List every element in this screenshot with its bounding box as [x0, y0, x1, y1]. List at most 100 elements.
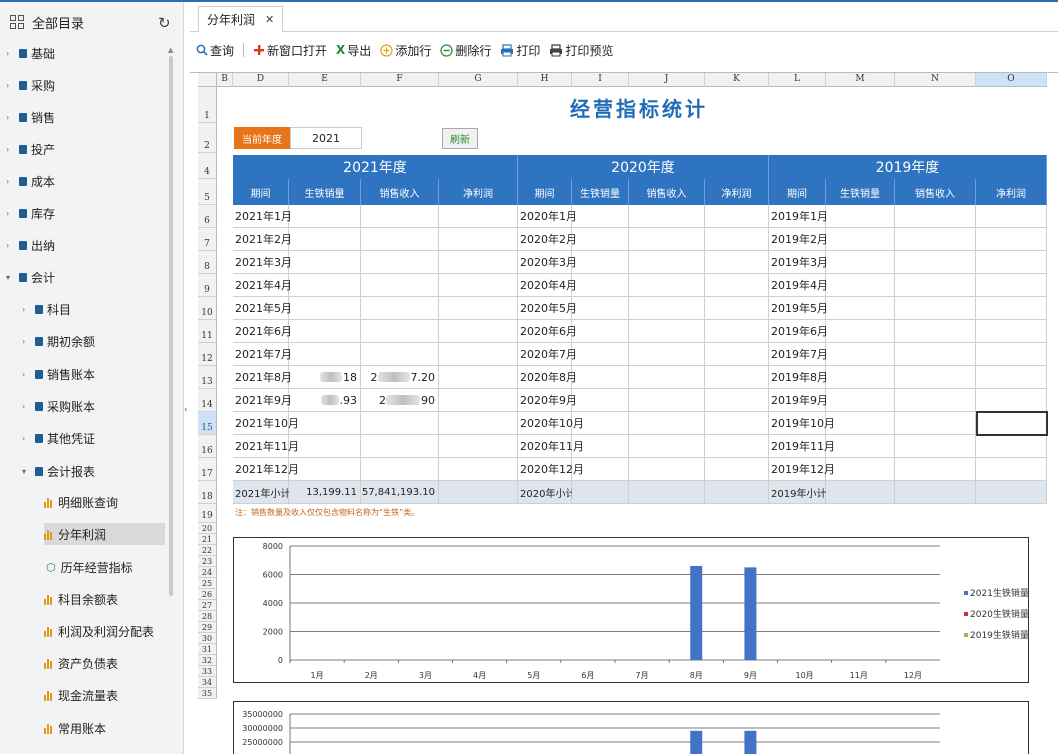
row-header-15[interactable]: 15	[198, 412, 217, 435]
value-cell[interactable]	[361, 205, 439, 228]
chevron-right-icon[interactable]: ›	[22, 402, 32, 411]
sidebar-scrollbar[interactable]: ▲	[168, 46, 174, 746]
value-cell[interactable]	[629, 251, 705, 274]
value-cell[interactable]	[629, 343, 705, 366]
row-header-16[interactable]: 16	[198, 435, 217, 458]
value-cell[interactable]	[895, 228, 976, 251]
value-cell[interactable]	[439, 251, 518, 274]
value-cell[interactable]	[572, 228, 629, 251]
value-cell[interactable]	[976, 274, 1047, 297]
value-cell[interactable]: .93	[289, 389, 361, 412]
period-cell[interactable]: 2020年4月	[518, 274, 577, 297]
row-header-35[interactable]: 35	[198, 688, 217, 699]
period-cell[interactable]: 2019年11月	[769, 435, 835, 458]
period-cell[interactable]: 2020年7月	[518, 343, 577, 366]
period-cell[interactable]: 2021年11月	[233, 435, 299, 458]
value-cell[interactable]	[629, 412, 705, 435]
value-cell[interactable]	[361, 297, 439, 320]
value-cell[interactable]	[439, 343, 518, 366]
column-header-e[interactable]: E	[289, 73, 361, 87]
value-cell[interactable]	[976, 435, 1047, 458]
value-cell[interactable]	[826, 343, 895, 366]
period-cell[interactable]: 2021年9月	[233, 389, 292, 412]
sidebar-item-2[interactable]: › 销售	[6, 106, 55, 128]
value-cell[interactable]	[976, 251, 1047, 274]
value-cell[interactable]	[895, 320, 976, 343]
value-cell[interactable]	[439, 320, 518, 343]
subtotal-value-cell[interactable]	[705, 481, 769, 504]
value-cell[interactable]	[826, 251, 895, 274]
value-cell[interactable]	[572, 389, 629, 412]
value-cell[interactable]	[629, 274, 705, 297]
period-cell[interactable]: 2021年2月	[233, 228, 292, 251]
value-cell[interactable]	[629, 297, 705, 320]
value-cell[interactable]	[361, 458, 439, 481]
row-header-33[interactable]: 33	[198, 666, 217, 677]
export-button[interactable]: X 导出	[336, 42, 371, 59]
row-header-32[interactable]: 32	[198, 655, 217, 666]
row-header-8[interactable]: 8	[198, 251, 217, 274]
value-cell[interactable]	[572, 412, 629, 435]
period-cell[interactable]: 2020年10月	[518, 412, 584, 435]
value-cell[interactable]	[895, 412, 976, 435]
period-cell[interactable]: 2020年1月	[518, 205, 577, 228]
tab-profit-by-year[interactable]: 分年利润 ✕	[198, 6, 284, 32]
value-cell[interactable]	[705, 366, 769, 389]
period-cell[interactable]: 2020年5月	[518, 297, 577, 320]
period-cell[interactable]: 2021年4月	[233, 274, 292, 297]
subtotal-value-cell[interactable]	[439, 481, 518, 504]
sheet-corner[interactable]	[198, 73, 217, 87]
value-cell[interactable]	[629, 458, 705, 481]
value-cell[interactable]	[629, 366, 705, 389]
row-header-21[interactable]: 21	[198, 534, 217, 545]
value-cell[interactable]	[826, 389, 895, 412]
value-cell[interactable]	[976, 228, 1047, 251]
value-cell[interactable]	[976, 343, 1047, 366]
print-button[interactable]: 打印	[500, 42, 540, 59]
value-cell[interactable]	[826, 205, 895, 228]
value-cell[interactable]	[439, 435, 518, 458]
value-cell[interactable]	[361, 435, 439, 458]
sidebar-item-13[interactable]: ▾ 会计报表	[22, 460, 95, 482]
row-header-6[interactable]: 6	[198, 205, 217, 228]
value-cell[interactable]	[705, 412, 769, 435]
chevron-right-icon[interactable]: ›	[6, 81, 16, 90]
collapse-sidebar-icon[interactable]: ‹	[184, 405, 188, 415]
value-cell[interactable]	[439, 205, 518, 228]
sidebar-item-19[interactable]: 资产负债表	[44, 652, 165, 674]
value-cell[interactable]	[826, 458, 895, 481]
period-cell[interactable]: 2021年6月	[233, 320, 292, 343]
period-cell[interactable]: 2019年5月	[769, 297, 828, 320]
value-cell[interactable]	[439, 228, 518, 251]
row-header-24[interactable]: 24	[198, 567, 217, 578]
value-cell[interactable]	[572, 320, 629, 343]
subtotal-value-cell[interactable]	[629, 481, 705, 504]
chevron-right-icon[interactable]: ›	[22, 337, 32, 346]
value-cell[interactable]	[289, 205, 361, 228]
subtotal-label-cell[interactable]: 2021年小计	[233, 481, 290, 504]
add-row-button[interactable]: 添加行	[380, 42, 431, 59]
value-cell[interactable]	[439, 297, 518, 320]
value-cell[interactable]	[826, 274, 895, 297]
sidebar-item-15[interactable]: 分年利润	[44, 523, 165, 545]
row-header-10[interactable]: 10	[198, 297, 217, 320]
value-cell[interactable]	[826, 320, 895, 343]
value-cell[interactable]	[572, 343, 629, 366]
period-cell[interactable]: 2019年10月	[769, 412, 835, 435]
value-cell[interactable]	[439, 412, 518, 435]
chevron-right-icon[interactable]: ›	[22, 305, 32, 314]
row-header-31[interactable]: 31	[198, 644, 217, 655]
value-cell[interactable]	[895, 251, 976, 274]
value-cell[interactable]	[895, 435, 976, 458]
refresh-button[interactable]: 刷新	[442, 128, 478, 149]
value-cell[interactable]	[826, 228, 895, 251]
value-cell[interactable]	[289, 435, 361, 458]
row-header-18[interactable]: 18	[198, 481, 217, 504]
value-cell[interactable]	[976, 366, 1047, 389]
sidebar-item-4[interactable]: › 成本	[6, 170, 55, 192]
column-header-n[interactable]: N	[895, 73, 976, 87]
row-header-14[interactable]: 14	[198, 389, 217, 412]
sidebar-item-6[interactable]: › 出纳	[6, 234, 55, 256]
value-cell[interactable]	[572, 274, 629, 297]
selected-cell[interactable]	[976, 411, 1048, 436]
